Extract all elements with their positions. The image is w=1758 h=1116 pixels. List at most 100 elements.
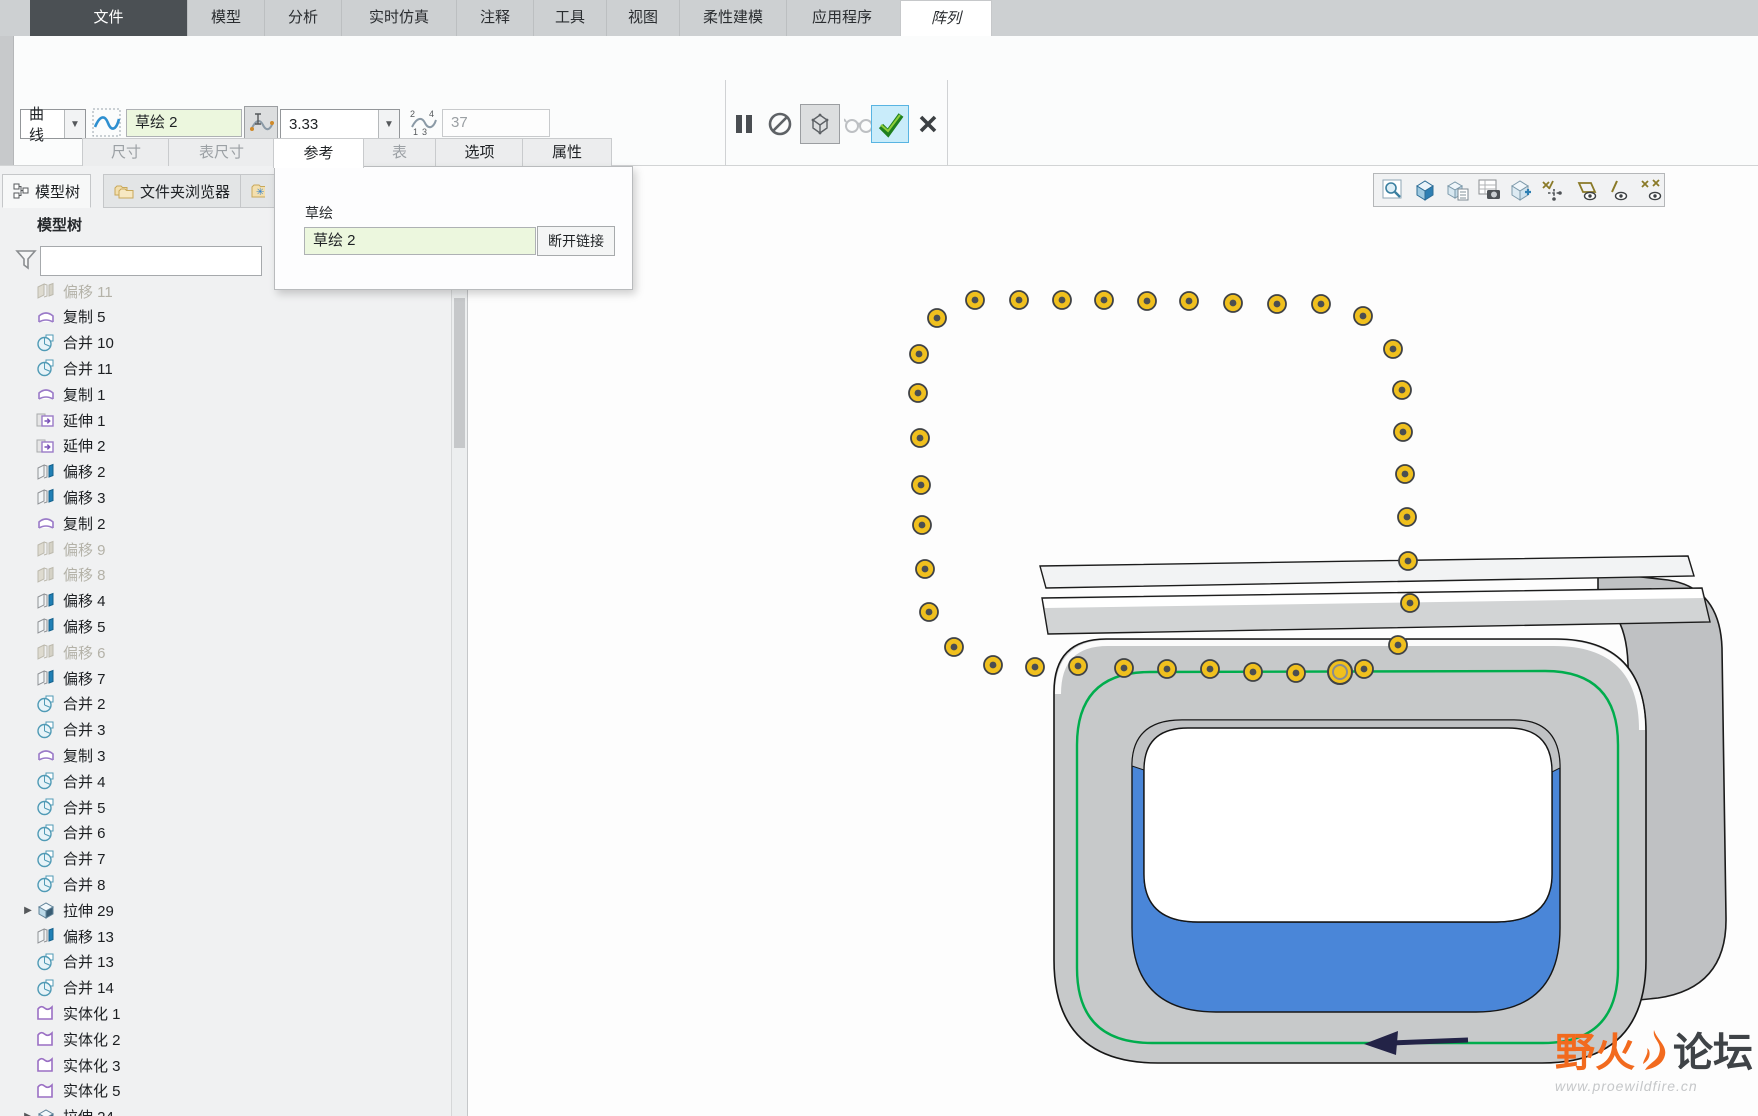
svg-text:4: 4	[429, 109, 434, 119]
direction-arrow	[1392, 1040, 1468, 1043]
feature-type-icon	[36, 463, 56, 481]
tree-item[interactable]: 复制 3	[0, 742, 450, 768]
tree-item[interactable]: ▶ 拉伸 29	[0, 897, 450, 923]
feature-type-icon	[36, 411, 56, 429]
tab-applications[interactable]: 应用程序	[787, 0, 897, 36]
tab-pattern-active[interactable]: 阵列	[900, 0, 992, 37]
tree-item[interactable]: 实体化 1	[0, 1000, 450, 1026]
tree-item[interactable]: 合并 3	[0, 717, 450, 743]
tree-item[interactable]: 偏移 9	[0, 536, 450, 562]
tree-item[interactable]: 延伸 1	[0, 407, 450, 433]
graphics-area[interactable]: 野火 论坛 www.proewildfire.cn	[467, 166, 1758, 1116]
feature-type-icon	[36, 979, 56, 997]
model-tree-list: 偏移 11 复制 5 合并 10 合并 11 复制 1 延伸 1 延伸 2 偏移…	[0, 278, 450, 1116]
pattern-point	[1390, 346, 1397, 353]
zoom-region-icon[interactable]	[1380, 177, 1405, 203]
pattern-point	[1400, 429, 1407, 436]
tree-item[interactable]: 实体化 2	[0, 1026, 450, 1052]
tree-item[interactable]: 合并 6	[0, 820, 450, 846]
pattern-point	[1318, 301, 1325, 308]
tree-item[interactable]: 延伸 2	[0, 433, 450, 459]
spacing-toggle-button[interactable]	[244, 106, 278, 140]
model-tree-panel: 模型树 文件夹浏览器 ✳ 模型树 偏移 11 复制 5 合并 10 合并 11	[0, 166, 468, 1116]
tree-item[interactable]: 偏移 4	[0, 588, 450, 614]
annotation-display-icon[interactable]	[1508, 177, 1533, 203]
tree-item[interactable]: 实体化 5	[0, 1078, 450, 1104]
accept-button[interactable]	[871, 105, 909, 143]
cancel-button[interactable]	[912, 108, 944, 140]
expand-arrow-icon[interactable]: ▶	[20, 1111, 36, 1116]
tab-tools[interactable]: 工具	[534, 0, 607, 36]
panel-tab-references[interactable]: 参考	[273, 138, 364, 168]
expand-arrow-icon[interactable]: ▶	[20, 905, 36, 916]
panel-tab-properties[interactable]: 属性	[522, 138, 612, 166]
chevron-down-icon[interactable]: ▼	[378, 110, 399, 138]
tree-item[interactable]: 偏移 8	[0, 562, 450, 588]
tree-item[interactable]: 偏移 13	[0, 923, 450, 949]
no-preview-button[interactable]	[764, 108, 796, 140]
svg-text:3: 3	[422, 127, 427, 137]
point-display-icon[interactable]	[1638, 177, 1664, 203]
break-link-button[interactable]: 断开链接	[537, 226, 615, 256]
feature-type-icon	[36, 566, 56, 584]
tree-item[interactable]: 合并 13	[0, 949, 450, 975]
tree-item[interactable]: 复制 2	[0, 510, 450, 536]
tab-model[interactable]: 模型	[188, 0, 265, 36]
chevron-down-icon[interactable]: ▼	[64, 110, 85, 138]
tree-item[interactable]: 合并 7	[0, 846, 450, 872]
tree-item[interactable]: 合并 2	[0, 691, 450, 717]
folders-icon	[114, 183, 134, 199]
tab-favorites[interactable]: ✳	[240, 174, 276, 208]
tab-model-tree[interactable]: 模型树	[2, 174, 91, 208]
pattern-point	[1405, 558, 1412, 565]
filter-funnel-icon[interactable]	[15, 248, 39, 279]
tree-item[interactable]: 复制 1	[0, 381, 450, 407]
tab-annotate[interactable]: 注释	[457, 0, 534, 36]
sketch-reference-field[interactable]: 草绘 2	[126, 109, 242, 137]
panel-tab-options[interactable]: 选项	[435, 138, 524, 166]
tree-item[interactable]: 偏移 2	[0, 459, 450, 485]
tree-item[interactable]: 偏移 7	[0, 665, 450, 691]
plane-display-icon[interactable]	[1573, 177, 1599, 203]
axis-display-icon[interactable]	[1606, 177, 1631, 203]
pause-button[interactable]	[728, 108, 760, 140]
feature-type-icon	[36, 721, 56, 739]
tab-view[interactable]: 视图	[607, 0, 680, 36]
scrollbar-thumb[interactable]	[454, 298, 465, 448]
tree-item[interactable]: 偏移 3	[0, 484, 450, 510]
tree-item[interactable]: 合并 10	[0, 330, 450, 356]
tree-item[interactable]: 实体化 3	[0, 1052, 450, 1078]
saved-orientations-icon[interactable]	[1444, 177, 1469, 203]
tree-scrollbar[interactable]: ▲	[451, 278, 467, 1116]
tree-item[interactable]: 偏移 6	[0, 639, 450, 665]
tree-item[interactable]: 合并 8	[0, 871, 450, 897]
count-field-disabled: 37	[442, 109, 550, 137]
tab-flexmodel[interactable]: 柔性建模	[680, 0, 787, 36]
favorites-folder-icon: ✳	[251, 183, 265, 199]
tree-item[interactable]: 合并 4	[0, 768, 450, 794]
tab-simulation[interactable]: 实时仿真	[342, 0, 457, 36]
tree-item[interactable]: 合并 5	[0, 794, 450, 820]
pattern-point	[990, 662, 997, 669]
tree-item[interactable]: 偏移 5	[0, 613, 450, 639]
sketch-reference-value[interactable]: 草绘 2	[304, 227, 536, 255]
sketch-label: 草绘	[305, 203, 333, 223]
display-style-icon[interactable]	[1412, 177, 1437, 203]
tab-analysis[interactable]: 分析	[265, 0, 342, 36]
watermark-url: www.proewildfire.cn	[1555, 1078, 1755, 1094]
feature-type-icon	[36, 592, 56, 610]
pattern-point	[1399, 387, 1406, 394]
view-manager-icon[interactable]	[1476, 177, 1501, 203]
tree-item[interactable]: 合并 11	[0, 355, 450, 381]
tree-item[interactable]: 合并 14	[0, 975, 450, 1001]
tree-item[interactable]: 复制 5	[0, 304, 450, 330]
pattern-type-select[interactable]: 曲线 ▼	[20, 109, 86, 139]
verify-button[interactable]	[800, 104, 840, 144]
tab-folder-browser[interactable]: 文件夹浏览器	[103, 174, 241, 208]
ribbon-tabbar: 文件 模型 分析 实时仿真 注释 工具 视图 柔性建模 应用程序 阵列	[0, 0, 1758, 36]
tab-file[interactable]: 文件	[30, 0, 188, 36]
spacing-value-combo[interactable]: 3.33 ▼	[280, 109, 400, 139]
tree-item[interactable]: ▶ 拉伸 24	[0, 1104, 450, 1116]
datum-display-icon[interactable]	[1540, 177, 1566, 203]
tree-search-input[interactable]	[40, 246, 262, 276]
